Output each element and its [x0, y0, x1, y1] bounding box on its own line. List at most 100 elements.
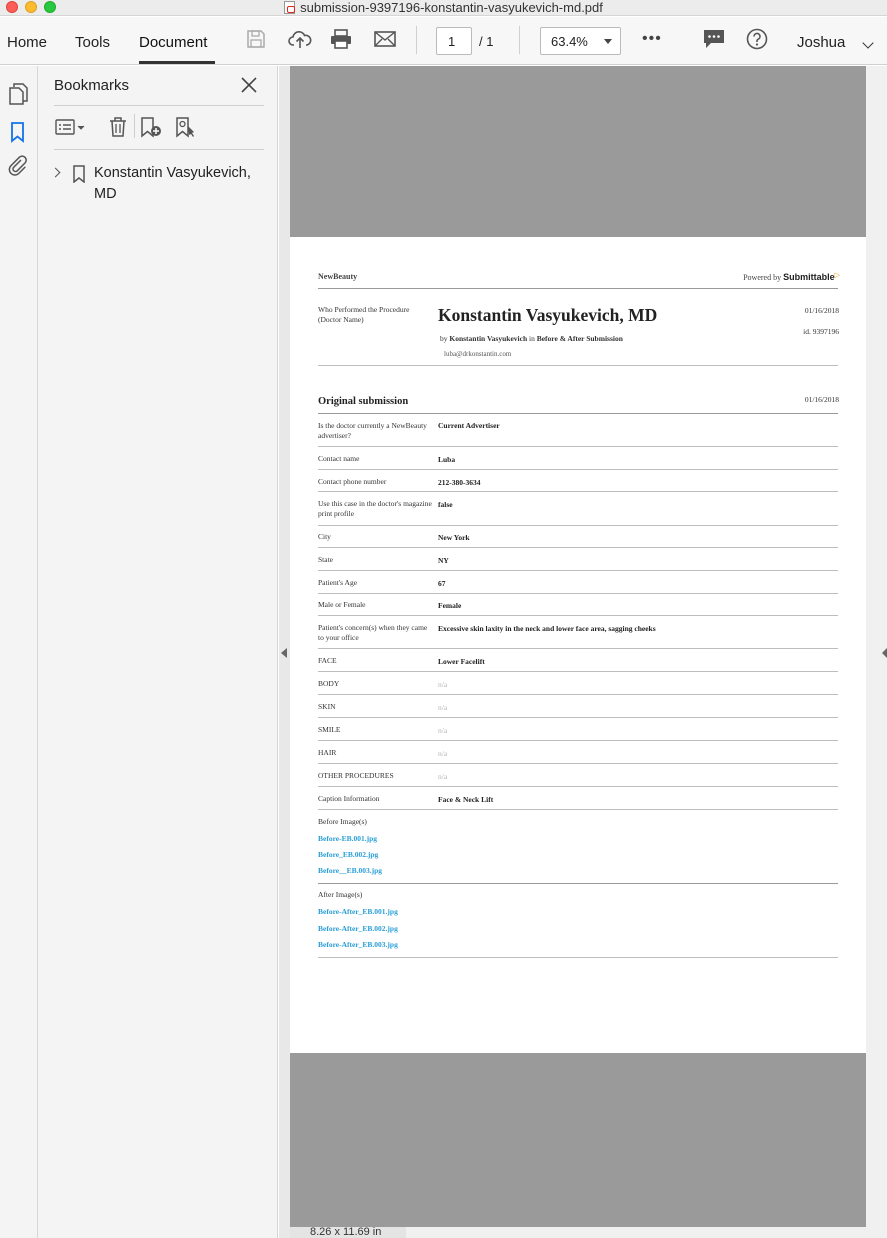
field-divider	[318, 491, 838, 492]
field-value: NY	[438, 556, 449, 565]
active-tab-indicator	[139, 61, 215, 64]
zoom-select[interactable]: 63.4%	[540, 27, 621, 55]
field-label: City	[318, 532, 331, 541]
submittable-logo-icon: ▷	[834, 271, 840, 279]
after-image-link[interactable]: Before-After_EB.003.jpg	[318, 940, 398, 949]
field-divider	[318, 593, 838, 594]
field-divider	[318, 469, 838, 470]
field-divider	[318, 883, 838, 884]
zoom-value: 63.4%	[551, 34, 588, 49]
page-size-indicator: 8.26 x 11.69 in	[290, 1227, 406, 1238]
attachments-paperclip-icon[interactable]	[7, 154, 29, 183]
bookmarks-panel-title: Bookmarks	[54, 77, 130, 94]
save-icon[interactable]	[245, 28, 267, 55]
field-value: Luba	[438, 455, 456, 464]
chevron-right-icon[interactable]	[50, 167, 61, 178]
delete-bookmark-trash-icon[interactable]	[107, 116, 129, 143]
byline-author: Konstantin Vasyukevich	[449, 334, 528, 343]
upload-cloud-icon[interactable]	[288, 28, 312, 55]
field-label: Patient's concern(s) when they came to y…	[318, 623, 428, 642]
field-divider	[318, 648, 838, 649]
email-icon[interactable]	[373, 28, 397, 55]
header-field-label: Who Performed the Procedure (Doctor Name…	[318, 305, 410, 324]
window-title-bar: submission-9397196-konstantin-vasyukevic…	[0, 0, 887, 16]
navigation-rail	[0, 66, 38, 1238]
field-value: 67	[438, 579, 446, 588]
field-value: n/a	[438, 726, 448, 735]
page-thumbnails-icon[interactable]	[7, 82, 29, 111]
field-label: OTHER PROCEDURES	[318, 771, 394, 780]
tab-document[interactable]: Document	[139, 34, 207, 51]
before-image-link[interactable]: Before_EB.002.jpg	[318, 850, 378, 859]
tab-tools[interactable]: Tools	[75, 34, 110, 51]
byline-form: Before & After Submission	[536, 334, 623, 343]
field-divider	[318, 615, 838, 616]
chevron-down-icon	[604, 39, 612, 44]
field-value: Lower Facelift	[438, 657, 485, 666]
field-value: Current Advertiser	[438, 421, 500, 430]
field-value: n/a	[438, 703, 448, 712]
field-label: Use this case in the doctor's magazine p…	[318, 499, 432, 518]
field-value: n/a	[438, 772, 448, 781]
pdf-page: NewBeauty Powered by Submittable▷ Who Pe…	[290, 237, 866, 1053]
field-value: Excessive skin laxity in the neck and lo…	[438, 624, 656, 633]
bookmark-options-icon[interactable]	[55, 116, 87, 143]
field-value: n/a	[438, 680, 448, 689]
tab-home[interactable]: Home	[7, 34, 47, 51]
field-value: n/a	[438, 749, 448, 758]
collapse-panel-arrow-icon[interactable]	[281, 648, 287, 658]
section-rule	[318, 413, 838, 414]
comment-icon[interactable]	[702, 28, 726, 55]
close-icon[interactable]	[239, 75, 259, 95]
field-divider	[318, 763, 838, 764]
page-margin-area	[290, 66, 866, 237]
field-divider	[318, 786, 838, 787]
field-label: State	[318, 555, 333, 564]
powered-by-text: Powered by	[743, 273, 782, 282]
document-brand: NewBeauty	[318, 272, 358, 281]
powered-by-brand: Submittable	[783, 272, 835, 282]
byline-in: in	[529, 334, 535, 343]
panel-divider	[54, 105, 264, 106]
field-label: Contact phone number	[318, 477, 387, 486]
submission-title: Konstantin Vasyukevich, MD	[438, 305, 658, 325]
field-value: Female	[438, 601, 462, 610]
page-number-input[interactable]: 1	[436, 27, 472, 55]
help-icon[interactable]	[746, 28, 768, 55]
document-viewer[interactable]: 8.26 x 11.69 in NewBeauty Powered by Sub…	[279, 66, 887, 1238]
panel-divider	[54, 149, 264, 150]
new-bookmark-icon[interactable]	[139, 116, 163, 143]
after-image-link[interactable]: Before-After_EB.002.jpg	[318, 924, 398, 933]
print-icon[interactable]	[329, 28, 353, 55]
field-divider	[318, 547, 838, 548]
field-label: SMILE	[318, 725, 341, 734]
window-title-text: submission-9397196-konstantin-vasyukevic…	[300, 0, 603, 15]
submission-date: 01/16/2018	[804, 306, 839, 315]
field-label: Contact name	[318, 454, 360, 463]
after-image-link[interactable]: Before-After_EB.001.jpg	[318, 907, 398, 916]
page-rule	[318, 957, 838, 958]
panel-separator	[134, 114, 135, 138]
field-label: HAIR	[318, 748, 337, 757]
bookmark-icon[interactable]	[7, 120, 29, 149]
field-divider	[318, 740, 838, 741]
field-divider	[318, 694, 838, 695]
page-number-value: 1	[448, 34, 456, 49]
bookmarks-panel: Bookmarks Konstantin Vasyukevich, MD	[38, 66, 278, 1238]
chevron-down-icon[interactable]	[862, 37, 874, 49]
field-label: Is the doctor currently a NewBeauty adve…	[318, 421, 427, 440]
expand-right-pane-arrow-icon[interactable]	[882, 648, 887, 658]
before-image-link[interactable]: Before-EB.001.jpg	[318, 834, 377, 843]
field-label: FACE	[318, 656, 337, 665]
bookmark-icon	[72, 165, 86, 188]
main-toolbar: Home Tools Document 1 / 1 63.4% ••• Josh…	[0, 17, 887, 65]
user-menu[interactable]: Joshua	[797, 34, 845, 51]
before-images-label: Before Image(s)	[318, 817, 367, 826]
section-title: Original submission	[318, 396, 409, 407]
section-date: 01/16/2018	[804, 395, 839, 404]
find-current-bookmark-icon[interactable]	[174, 116, 198, 143]
before-image-link[interactable]: Before__EB.003.jpg	[318, 866, 382, 875]
more-tools-button[interactable]: •••	[642, 30, 662, 48]
field-label: BODY	[318, 679, 340, 688]
byline-by: by	[440, 334, 448, 343]
